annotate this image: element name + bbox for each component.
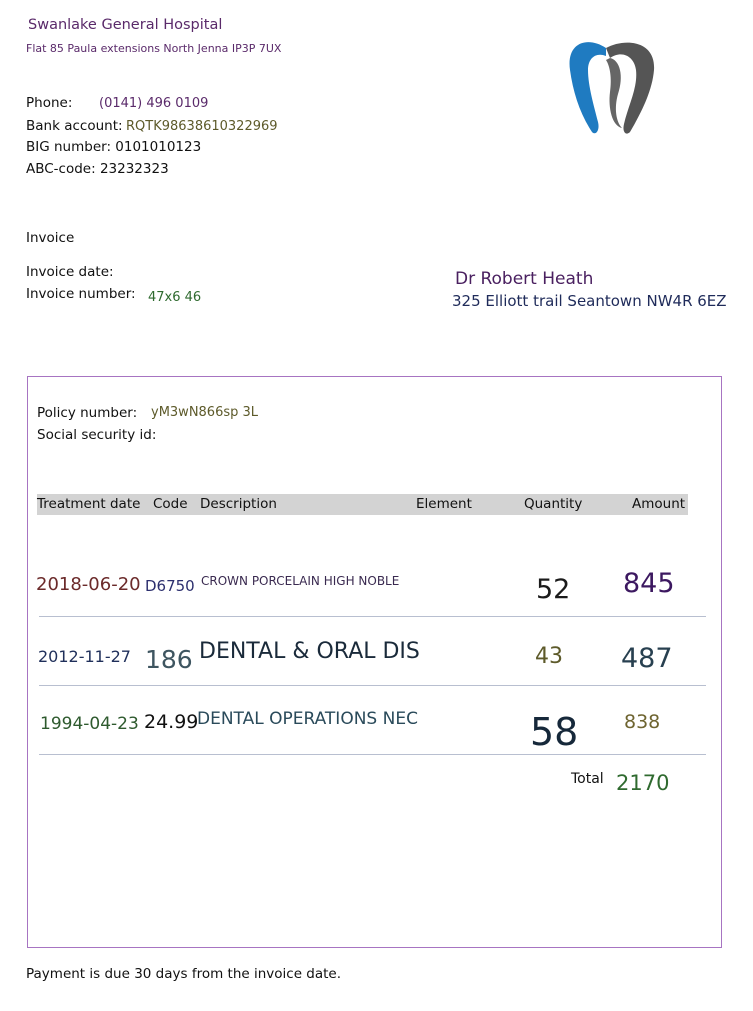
- row1-description: CROWN PORCELAIN HIGH NOBLE: [201, 574, 400, 588]
- invoice-date-label: Invoice date:: [26, 264, 114, 280]
- policy-number-value: yM3wN866sp 3L: [151, 405, 259, 420]
- tooth-logo-icon: [566, 36, 658, 136]
- invoice-number-label: Invoice number:: [26, 286, 136, 302]
- row3-code: 24.99: [144, 711, 199, 733]
- invoice-heading: Invoice: [26, 230, 75, 246]
- row-divider: [39, 685, 706, 686]
- abc-code: ABC-code: 23232323: [26, 161, 169, 177]
- row1-quantity: 52: [536, 574, 571, 605]
- row3-quantity: 58: [530, 710, 579, 754]
- row1-amount: 845: [623, 568, 675, 599]
- phone-label: Phone:: [26, 95, 73, 111]
- row2-amount: 487: [621, 643, 673, 674]
- recipient-address: 325 Elliott trail Seantown NW4R 6EZ: [452, 292, 727, 310]
- row1-date: 2018-06-20: [36, 574, 141, 595]
- row2-date: 2012-11-27: [38, 647, 131, 666]
- row3-description: DENTAL OPERATIONS NEC: [197, 709, 418, 729]
- bank-account-label: Bank account:: [26, 118, 123, 134]
- phone-value: (0141) 496 0109: [99, 96, 209, 111]
- policy-number-label: Policy number:: [37, 405, 138, 421]
- row-divider: [39, 754, 706, 755]
- total-value: 2170: [616, 771, 670, 795]
- hospital-name: Swanlake General Hospital: [28, 17, 223, 33]
- row3-amount: 838: [624, 711, 661, 733]
- header-element: Element: [416, 496, 472, 512]
- row-divider: [39, 616, 706, 617]
- header-code: Code: [153, 496, 188, 512]
- total-label: Total: [571, 771, 604, 787]
- row3-date: 1994-04-23: [40, 714, 139, 734]
- table-header: Treatment date Code Description Element …: [37, 494, 688, 515]
- header-amount: Amount: [632, 496, 686, 512]
- invoice-number-value: 47x6 46: [148, 290, 202, 305]
- row2-quantity: 43: [535, 644, 563, 669]
- social-security-label: Social security id:: [37, 427, 157, 443]
- header-description: Description: [200, 496, 277, 512]
- payment-terms: Payment is due 30 days from the invoice …: [26, 966, 342, 982]
- row1-code: D6750: [145, 577, 195, 595]
- big-number: BIG number: 0101010123: [26, 139, 202, 155]
- row2-description: DENTAL & ORAL DIS: [199, 639, 420, 664]
- recipient-name: Dr Robert Heath: [455, 269, 594, 289]
- header-treatment-date: Treatment date: [37, 496, 141, 512]
- row2-code: 186: [145, 645, 193, 674]
- header-quantity: Quantity: [524, 496, 583, 512]
- hospital-address: Flat 85 Paula extensions North Jenna IP3…: [26, 42, 282, 55]
- bank-account-value: RQTK98638610322969: [126, 119, 278, 134]
